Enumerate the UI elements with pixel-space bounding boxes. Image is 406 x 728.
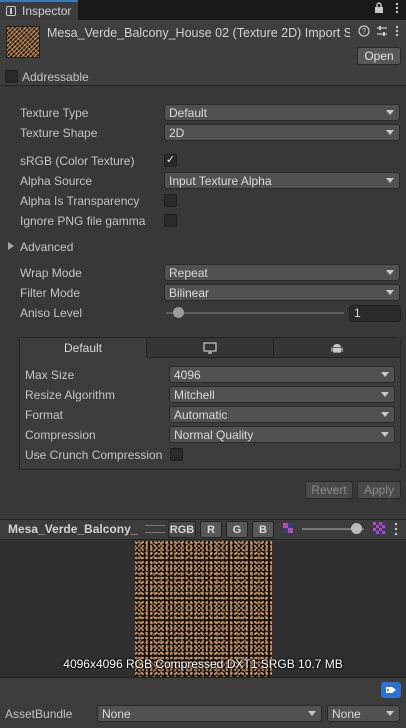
assetbundle-variant-value: None — [332, 706, 361, 721]
texture-shape-dropdown[interactable]: 2D — [164, 124, 400, 141]
chevron-down-icon — [386, 110, 394, 115]
filter-mode-value: Bilinear — [169, 285, 210, 300]
tab-standalone[interactable] — [147, 338, 274, 358]
chevron-down-icon — [386, 178, 394, 183]
wrap-mode-dropdown[interactable]: Repeat — [164, 264, 400, 281]
android-icon — [331, 343, 343, 353]
channel-rgb-button[interactable]: RGB — [168, 521, 196, 538]
assetbundle-name-value: None — [102, 706, 131, 721]
header-icons: ? — [358, 25, 400, 37]
alpha-transparency-label: Alpha Is Transparency — [20, 194, 140, 208]
alpha-transparency-checkbox[interactable] — [164, 194, 177, 207]
assetbundle-variant-dropdown[interactable]: None — [327, 705, 400, 722]
format-label: Format — [25, 408, 64, 422]
channel-r-button[interactable]: R — [200, 521, 222, 538]
mip-large-icon — [373, 522, 386, 535]
crunch-checkbox[interactable] — [170, 448, 183, 461]
tab-label: Inspector — [22, 4, 72, 18]
chevron-down-icon — [386, 290, 394, 295]
compression-value: Normal Quality — [174, 427, 254, 442]
compression-label: Compression — [25, 428, 96, 442]
aniso-level-input[interactable]: 1 — [349, 305, 401, 322]
asset-title: Mesa_Verde_Balcony_House 02 (Texture 2D)… — [47, 26, 350, 40]
chevron-down-icon — [308, 711, 316, 716]
chevron-down-icon — [381, 412, 389, 417]
texture-info-text: 4096x4096 RGB Compressed DXT1 SRGB 10.7 … — [63, 657, 343, 671]
alpha-source-label: Alpha Source — [20, 174, 93, 188]
window-controls — [374, 2, 402, 14]
srgb-checkbox[interactable]: ✓ — [164, 154, 177, 167]
texture-type-label: Texture Type — [20, 106, 89, 120]
apply-button[interactable]: Apply — [357, 481, 401, 499]
channel-b-button[interactable]: B — [252, 521, 274, 538]
platform-tabs: Default — [20, 338, 400, 358]
inspector-icon — [6, 6, 16, 16]
drag-handle-icon[interactable] — [145, 525, 165, 533]
advanced-foldout[interactable]: Advanced — [20, 240, 73, 254]
chevron-down-icon — [386, 270, 394, 275]
texture-type-dropdown[interactable]: Default — [164, 104, 400, 121]
mip-slider-thumb[interactable] — [351, 523, 363, 534]
monitor-icon — [203, 341, 217, 354]
resize-algorithm-dropdown[interactable]: Mitchell — [169, 386, 395, 403]
crunch-label: Use Crunch Compression — [25, 448, 163, 462]
texture-shape-label: Texture Shape — [20, 126, 98, 140]
ignore-png-gamma-checkbox[interactable] — [164, 214, 177, 227]
resize-algorithm-label: Resize Algorithm — [25, 388, 116, 402]
settings-sliders-icon[interactable] — [376, 25, 388, 37]
kebab-menu-icon[interactable] — [393, 522, 399, 536]
srgb-label: sRGB (Color Texture) — [20, 154, 135, 168]
wrap-mode-value: Repeat — [169, 265, 208, 280]
assetbundle-label: AssetBundle — [5, 707, 73, 721]
chevron-down-icon — [381, 432, 389, 437]
kebab-menu-icon[interactable] — [394, 25, 400, 37]
alpha-source-dropdown[interactable]: Input Texture Alpha — [164, 172, 400, 189]
channel-g-button[interactable]: G — [226, 521, 248, 538]
help-icon[interactable]: ? — [358, 25, 370, 37]
alpha-source-value: Input Texture Alpha — [169, 173, 272, 188]
tab-default[interactable]: Default — [20, 338, 147, 358]
label-tag-icon[interactable] — [381, 682, 401, 698]
chevron-down-icon — [386, 130, 394, 135]
addressable-label: Addressable — [22, 70, 89, 84]
addressable-checkbox[interactable] — [5, 70, 18, 83]
max-size-dropdown[interactable]: 4096 — [169, 366, 395, 383]
max-size-value: 4096 — [174, 367, 201, 382]
aniso-slider-track[interactable] — [166, 312, 344, 314]
chevron-down-icon — [381, 372, 389, 377]
chevron-down-icon — [386, 711, 394, 716]
lock-icon[interactable] — [374, 2, 384, 14]
wrap-mode-label: Wrap Mode — [20, 266, 82, 280]
tab-inspector[interactable]: Inspector — [0, 0, 78, 20]
ignore-png-gamma-label: Ignore PNG file gamma — [20, 214, 146, 228]
resize-algorithm-value: Mitchell — [174, 387, 215, 402]
max-size-label: Max Size — [25, 368, 75, 382]
filter-mode-dropdown[interactable]: Bilinear — [164, 284, 400, 301]
aniso-level-label: Aniso Level — [20, 306, 83, 320]
chevron-right-icon[interactable] — [8, 242, 14, 250]
menu-icon[interactable] — [392, 2, 402, 14]
mip-small-icon — [283, 523, 293, 533]
compression-dropdown[interactable]: Normal Quality — [169, 426, 395, 443]
preview-name: Mesa_Verde_Balcony_ — [8, 522, 138, 536]
texture-shape-value: 2D — [169, 125, 185, 140]
chevron-down-icon — [381, 392, 389, 397]
assetbundle-name-dropdown[interactable]: None — [97, 705, 322, 722]
filter-mode-label: Filter Mode — [20, 286, 81, 300]
open-button[interactable]: Open — [357, 47, 401, 65]
format-dropdown[interactable]: Automatic — [169, 406, 395, 423]
svg-text:?: ? — [362, 27, 367, 36]
aniso-slider-thumb[interactable] — [172, 307, 184, 318]
format-value: Automatic — [174, 407, 228, 422]
revert-button[interactable]: Revert — [305, 481, 353, 499]
texture-thumbnail — [6, 26, 40, 58]
tab-android[interactable] — [274, 338, 400, 358]
texture-type-value: Default — [169, 105, 208, 120]
